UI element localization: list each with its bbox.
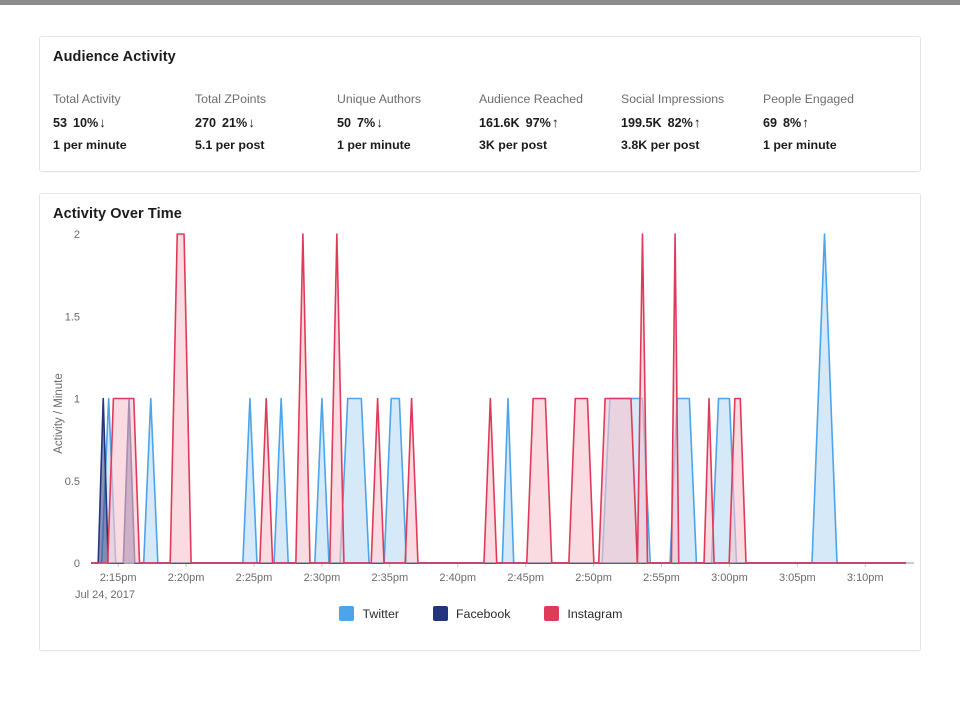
chart-legend: Twitter Facebook Instagram	[40, 606, 922, 621]
metric-main: 69 8% ↑	[763, 116, 905, 130]
metric-value: 199.5K	[621, 116, 662, 130]
x-axis-tick: 2:25pm	[236, 572, 273, 584]
metric-total-zpoints: Total ZPoints 270 21% ↓ 5.1 per post	[195, 92, 337, 162]
audience-activity-card: Audience Activity Total Activity 53 10% ↓ 1 …	[39, 36, 921, 172]
y-axis-tick: 1.5	[65, 311, 80, 323]
metric-rate: 1 per minute	[337, 138, 411, 152]
series-area-facebook	[91, 398, 906, 563]
metric-down-arrow-icon: ↓	[248, 115, 255, 131]
series-area-twitter	[91, 234, 906, 563]
audience-activity-title: Audience Activity	[53, 49, 176, 65]
x-axis-tick: 2:50pm	[575, 572, 612, 584]
metrics-row: Total Activity 53 10% ↓ 1 per minute Total ZP…	[53, 92, 909, 162]
metric-delta: 7%	[357, 116, 376, 130]
x-axis-tick: 2:55pm	[643, 572, 680, 584]
y-axis-tick: 0.5	[65, 476, 80, 488]
metric-value: 69	[763, 116, 778, 130]
x-axis-tick: 2:20pm	[168, 572, 205, 584]
series-line-instagram	[91, 233, 906, 564]
legend-label: Facebook	[455, 606, 511, 621]
y-axis-tick: 0	[74, 558, 80, 570]
metric-label: Social Impressions	[621, 92, 725, 106]
x-axis-tick: 2:40pm	[439, 572, 476, 584]
legend-swatch-instagram	[544, 606, 560, 621]
activity-over-time-title: Activity Over Time	[53, 206, 182, 222]
y-axis-tick: 1	[74, 394, 80, 406]
legend-swatch-twitter	[339, 606, 355, 621]
x-axis-tick: 2:30pm	[304, 572, 341, 584]
x-axis-tick: 3:10pm	[847, 572, 884, 584]
top-bar	[0, 0, 960, 5]
activity-chart-svg: 0 0.5 1 1.5 2 Activity / Minute 2:15pm 2:20pm 2:…	[53, 229, 914, 601]
series-facebook	[91, 397, 906, 564]
dashboard-page: Audience Activity Total Activity 53 10% ↓ 1 …	[0, 0, 960, 720]
metric-value: 50	[337, 116, 352, 130]
metric-rate: 5.1 per post	[195, 138, 265, 152]
metric-label: Unique Authors	[337, 92, 422, 106]
metric-people-engaged: People Engaged 69 8% ↑ 1 per minute	[763, 92, 905, 162]
metric-label: Total ZPoints	[195, 92, 267, 106]
metric-rate: 1 per minute	[53, 138, 127, 152]
legend-swatch-facebook	[432, 606, 448, 621]
legend-item-facebook[interactable]: Facebook	[432, 606, 511, 621]
metric-main: 53 10% ↓	[53, 116, 195, 130]
metric-delta: 8%	[783, 116, 802, 130]
metric-up-arrow-icon: ↑	[693, 115, 701, 131]
metric-value: 53	[53, 116, 68, 130]
metric-main: 161.6K 97% ↑	[479, 116, 621, 130]
metric-value: 270	[195, 116, 217, 130]
legend-item-twitter[interactable]: Twitter	[339, 606, 399, 621]
metric-value: 161.6K	[479, 116, 520, 130]
legend-label: Twitter	[362, 606, 399, 621]
metric-social-impressions: Social Impressions 199.5K 82% ↑ 3.8K per pos…	[621, 92, 763, 162]
legend-item-instagram[interactable]: Instagram	[544, 606, 623, 621]
metric-main: 270 21% ↓	[195, 116, 337, 130]
series-line-twitter	[91, 233, 906, 564]
metric-down-arrow-icon: ↓	[376, 115, 383, 131]
metric-delta: 21%	[222, 116, 248, 130]
series-area-instagram	[91, 234, 906, 563]
metric-delta: 82%	[667, 116, 693, 130]
metric-rate: 3K per post	[479, 138, 548, 152]
metric-audience-reached: Audience Reached 161.6K 97% ↑ 3K per post	[479, 92, 621, 162]
metric-up-arrow-icon: ↑	[551, 115, 559, 131]
metric-delta: 97%	[525, 116, 551, 130]
series-line-facebook	[91, 397, 906, 564]
series-instagram	[91, 233, 906, 564]
series-twitter	[91, 233, 906, 564]
metric-up-arrow-icon: ↑	[802, 115, 809, 131]
activity-over-time-card: Activity Over Time 0 0.5 1 1.5 2 Activity / M…	[39, 193, 921, 651]
metric-main: 50 7% ↓	[337, 116, 479, 130]
metric-total-activity: Total Activity 53 10% ↓ 1 per minute	[53, 92, 195, 162]
y-axis-label: Activity / Minute	[53, 373, 65, 454]
metric-rate: 3.8K per post	[621, 138, 700, 152]
chart-date-label: Jul 24, 2017	[75, 589, 135, 601]
metric-main: 199.5K 82% ↑	[621, 116, 763, 130]
metric-label: People Engaged	[763, 92, 854, 106]
x-axis-tick: 2:15pm	[100, 572, 137, 584]
metric-label: Audience Reached	[479, 92, 583, 106]
metric-rate: 1 per minute	[763, 138, 837, 152]
x-axis-tick: 2:35pm	[371, 572, 408, 584]
x-axis-tick: 2:45pm	[507, 572, 544, 584]
x-axis-tick: 3:05pm	[779, 572, 816, 584]
legend-label: Instagram	[567, 606, 623, 621]
y-axis-tick: 2	[74, 229, 80, 241]
metric-unique-authors: Unique Authors 50 7% ↓ 1 per minute	[337, 92, 479, 162]
metric-down-arrow-icon: ↓	[99, 115, 106, 131]
x-axis-tick: 3:00pm	[711, 572, 748, 584]
metric-label: Total Activity	[53, 92, 121, 106]
metric-delta: 10%	[73, 116, 99, 130]
activity-chart[interactable]: 0 0.5 1 1.5 2 Activity / Minute 2:15pm 2:20pm 2:…	[40, 228, 922, 608]
